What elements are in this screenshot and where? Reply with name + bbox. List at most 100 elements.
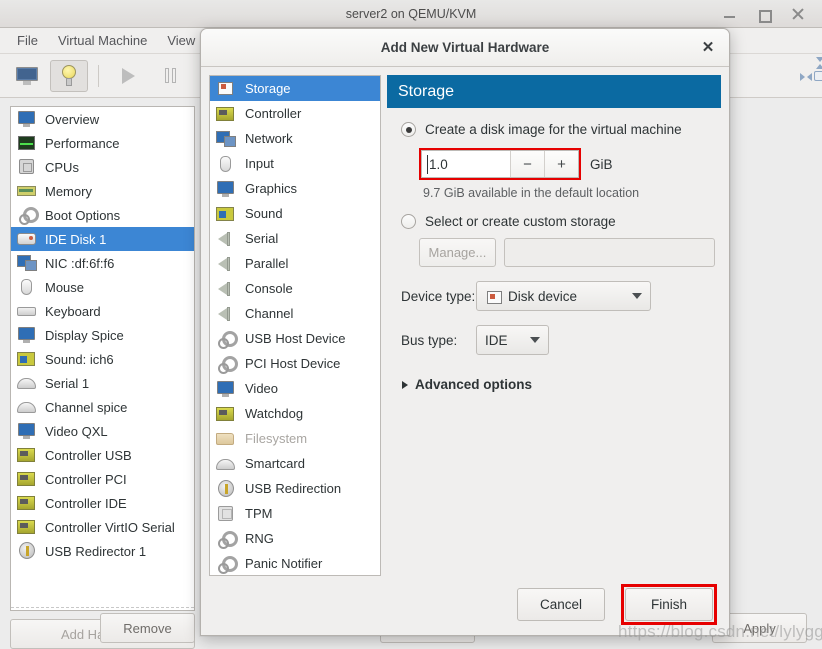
hardware-list-item-label: NIC :df:6f:f6 bbox=[45, 255, 115, 271]
monitor-icon bbox=[216, 380, 236, 398]
monitor-icon bbox=[17, 326, 37, 344]
mouse-icon bbox=[17, 278, 37, 296]
custom-storage-radio[interactable] bbox=[401, 214, 416, 229]
category-item-usb-host-device[interactable]: USB Host Device bbox=[210, 326, 380, 351]
cancel-button[interactable]: Cancel bbox=[517, 588, 605, 621]
category-item-controller[interactable]: Controller bbox=[210, 101, 380, 126]
hardware-list-item[interactable]: Performance bbox=[11, 131, 194, 155]
details-view-button[interactable] bbox=[50, 59, 88, 92]
network-icon bbox=[17, 254, 37, 272]
category-item-rng[interactable]: RNG bbox=[210, 526, 380, 551]
dialog-footer: Cancel Finish bbox=[517, 584, 717, 625]
minimize-icon[interactable] bbox=[722, 6, 738, 22]
category-item-smartcard[interactable]: Smartcard bbox=[210, 451, 380, 476]
hardware-list-item-label: Controller VirtIO Serial bbox=[45, 519, 175, 535]
hardware-list-item-label: Keyboard bbox=[45, 303, 101, 319]
device-type-label: Device type: bbox=[401, 288, 476, 304]
chevron-down-icon bbox=[632, 293, 642, 299]
controller-card-icon bbox=[216, 405, 236, 423]
hardware-list-item[interactable]: Memory bbox=[11, 179, 194, 203]
category-item-console[interactable]: Console bbox=[210, 276, 380, 301]
menu-virtual-machine[interactable]: Virtual Machine bbox=[49, 30, 156, 51]
pause-button[interactable] bbox=[151, 60, 189, 92]
dialog-close-icon[interactable]: ✕ bbox=[699, 39, 717, 57]
hardware-list-item[interactable]: Overview bbox=[11, 107, 194, 131]
serial-port-icon bbox=[17, 374, 37, 392]
category-item-usb-redirection[interactable]: USB Redirection bbox=[210, 476, 380, 501]
category-item-label: Sound bbox=[245, 206, 283, 221]
category-item-sound[interactable]: Sound bbox=[210, 201, 380, 226]
menu-view[interactable]: View bbox=[158, 30, 204, 51]
hardware-list-item-label: Controller PCI bbox=[45, 471, 127, 487]
hardware-list-item[interactable]: Channel spice bbox=[11, 395, 194, 419]
available-space-text: 9.7 GiB available in the default locatio… bbox=[423, 186, 640, 200]
hardware-list-item[interactable]: IDE Disk 1 bbox=[11, 227, 194, 251]
device-type-select[interactable]: Disk device bbox=[476, 281, 651, 311]
hardware-list[interactable]: Overview Performance CPUs Memory Boot Option… bbox=[10, 106, 195, 611]
hardware-list-item[interactable]: NIC :df:6f:f6 bbox=[11, 251, 194, 275]
gears-icon bbox=[216, 330, 238, 349]
category-item-label: Channel bbox=[245, 306, 294, 321]
speaker-icon bbox=[216, 230, 236, 248]
menu-file[interactable]: File bbox=[8, 30, 47, 51]
category-item-label: PCI Host Device bbox=[245, 356, 341, 371]
custom-storage-option[interactable]: Select or create custom storage bbox=[401, 214, 715, 229]
category-item-parallel[interactable]: Parallel bbox=[210, 251, 380, 276]
console-view-button[interactable] bbox=[8, 60, 46, 92]
category-item-tpm[interactable]: TPM bbox=[210, 501, 380, 526]
virt-manager-window: server2 on QEMU/KVM File Virtual Machine… bbox=[0, 0, 822, 649]
hardware-list-item-label: Overview bbox=[45, 111, 100, 127]
hardware-list-item[interactable]: Display Spice bbox=[11, 323, 194, 347]
manage-button[interactable]: Manage... bbox=[419, 238, 496, 267]
disk-size-increment-button[interactable]: + bbox=[544, 151, 578, 177]
disk-size-spinner[interactable]: 1.0 − + bbox=[421, 150, 579, 178]
category-item-label: Controller bbox=[245, 106, 302, 121]
category-item-input[interactable]: Input bbox=[210, 151, 380, 176]
storage-path-input[interactable] bbox=[503, 238, 715, 267]
hardware-list-item[interactable]: Controller VirtIO Serial bbox=[11, 515, 194, 539]
hardware-list-item[interactable]: Mouse bbox=[11, 275, 194, 299]
disk-size-decrement-button[interactable]: − bbox=[510, 151, 544, 177]
category-item-network[interactable]: Network bbox=[210, 126, 380, 151]
advanced-options-toggle[interactable]: Advanced options bbox=[402, 377, 715, 392]
pane-header: Storage bbox=[387, 75, 721, 108]
category-item-serial[interactable]: Serial bbox=[210, 226, 380, 251]
usb-icon bbox=[216, 479, 236, 498]
hardware-category-list[interactable]: Storage Controller Network Input Graphics Sou… bbox=[209, 75, 381, 576]
maximize-icon[interactable] bbox=[756, 6, 772, 23]
remove-button[interactable]: Remove bbox=[100, 613, 195, 643]
category-item-pci-host-device[interactable]: PCI Host Device bbox=[210, 351, 380, 376]
hardware-list-item[interactable]: Sound: ich6 bbox=[11, 347, 194, 371]
controller-card-icon bbox=[17, 446, 37, 464]
hardware-list-item-label: Memory bbox=[45, 183, 92, 199]
category-item-storage[interactable]: Storage bbox=[210, 76, 380, 101]
category-item-channel[interactable]: Channel bbox=[210, 301, 380, 326]
hardware-list-item[interactable]: Controller IDE bbox=[11, 491, 194, 515]
run-button[interactable] bbox=[109, 60, 147, 92]
category-item-video[interactable]: Video bbox=[210, 376, 380, 401]
play-icon bbox=[121, 67, 135, 84]
hardware-list-item[interactable]: CPUs bbox=[11, 155, 194, 179]
bus-type-label: Bus type: bbox=[401, 332, 458, 348]
create-disk-radio[interactable] bbox=[401, 122, 416, 137]
hardware-list-item-label: Controller USB bbox=[45, 447, 132, 463]
hardware-list-item[interactable]: Controller PCI bbox=[11, 467, 194, 491]
hardware-list-item[interactable]: USB Redirector 1 bbox=[11, 539, 194, 563]
disk-size-input[interactable]: 1.0 bbox=[422, 151, 510, 177]
category-item-graphics[interactable]: Graphics bbox=[210, 176, 380, 201]
create-disk-option[interactable]: Create a disk image for the virtual mach… bbox=[401, 122, 715, 137]
hardware-list-item[interactable]: Controller USB bbox=[11, 443, 194, 467]
storage-icon bbox=[216, 80, 236, 98]
category-item-label: Watchdog bbox=[245, 406, 304, 421]
finish-button[interactable]: Finish bbox=[625, 588, 713, 621]
hardware-list-item[interactable]: Boot Options bbox=[11, 203, 194, 227]
monitor-icon bbox=[17, 110, 37, 128]
hardware-list-item[interactable]: Serial 1 bbox=[11, 371, 194, 395]
bus-type-select[interactable]: IDE bbox=[476, 325, 549, 355]
category-item-watchdog[interactable]: Watchdog bbox=[210, 401, 380, 426]
hardware-list-item[interactable]: Keyboard bbox=[11, 299, 194, 323]
bus-type-row: Bus type: IDE bbox=[401, 325, 715, 355]
hardware-list-item[interactable]: Video QXL bbox=[11, 419, 194, 443]
close-icon[interactable] bbox=[790, 6, 806, 22]
category-item-panic-notifier[interactable]: Panic Notifier bbox=[210, 551, 380, 575]
